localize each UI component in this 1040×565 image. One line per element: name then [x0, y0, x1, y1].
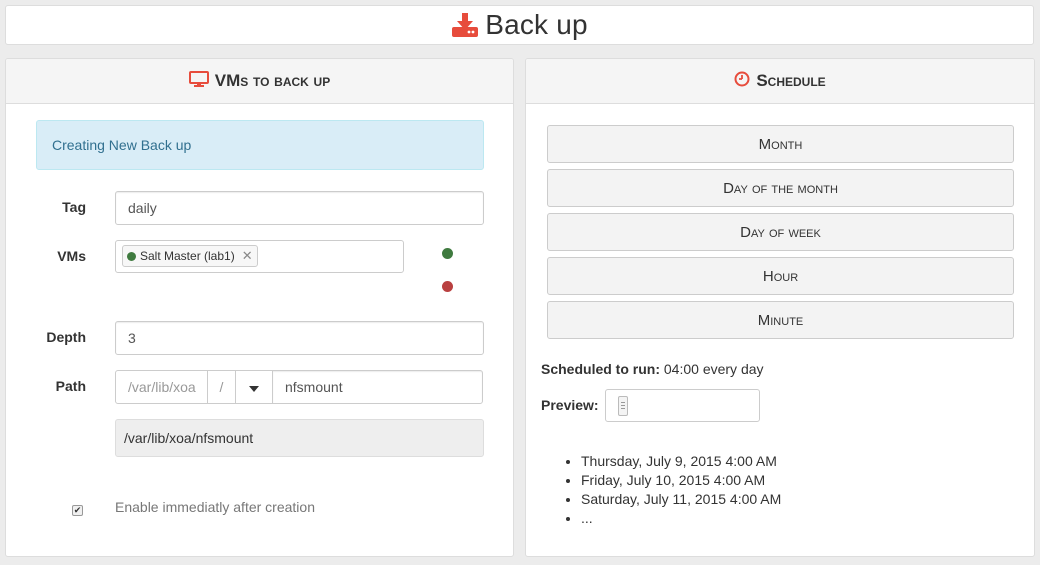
vm-running-status-icon [127, 251, 136, 261]
preview-list: Thursday, July 9, 2015 4:00 AM Friday, J… [581, 453, 781, 529]
path-separator: / [207, 370, 236, 404]
depth-label: Depth [46, 329, 86, 345]
schedule-panel-title: Schedule [756, 71, 826, 90]
path-label: Path [55, 378, 86, 394]
vm-chip-label: Salt Master (lab1) [140, 249, 235, 263]
path-prefix: /var/lib/xoa [115, 370, 208, 404]
full-path-display: /var/lib/xoa/nfsmount [115, 419, 484, 457]
hour-button[interactable]: Hour [547, 257, 1014, 295]
month-button[interactable]: Month [547, 125, 1014, 163]
day-of-week-button[interactable]: Day of week [547, 213, 1014, 251]
preview-label: Preview: [541, 397, 599, 413]
page-header: Back up [5, 5, 1034, 45]
enable-checkbox[interactable]: ✔ [72, 505, 83, 516]
monitor-icon [188, 70, 209, 92]
running-status-icon [442, 248, 453, 259]
list-item: Friday, July 10, 2015 4:00 AM [581, 472, 781, 488]
preview-count-input[interactable] [605, 389, 760, 422]
vm-chip[interactable]: Salt Master (lab1) ✕ [122, 245, 258, 267]
vms-panel-title: VMs to back up [214, 71, 331, 90]
slider-handle-icon[interactable] [618, 395, 628, 416]
list-item: ... [581, 510, 781, 526]
schedule-panel: Schedule Month Day of the month Day of w… [525, 58, 1035, 557]
vms-select[interactable]: Salt Master (lab1) ✕ [115, 240, 404, 273]
info-alert: Creating New Back up [36, 120, 484, 170]
scheduled-to-run: Scheduled to run: 04:00 every day [541, 361, 764, 377]
preview-label-wrap: Preview: [541, 397, 599, 413]
path-input[interactable]: nfsmount [272, 370, 483, 404]
vms-panel: VMs to back up Creating New Back up Tag … [5, 58, 514, 557]
minute-button[interactable]: Minute [547, 301, 1014, 339]
remove-vm-icon[interactable]: ✕ [242, 248, 253, 264]
path-dropdown-button[interactable] [235, 370, 273, 404]
list-item: Thursday, July 9, 2015 4:00 AM [581, 453, 781, 469]
day-of-month-button[interactable]: Day of the month [547, 169, 1014, 207]
enable-label: Enable immediatly after creation [115, 499, 315, 515]
scheduled-value: 04:00 every day [663, 361, 764, 377]
depth-input[interactable]: 3 [115, 321, 484, 355]
clock-icon [734, 71, 750, 92]
tag-input[interactable]: daily [115, 191, 484, 225]
download-icon [451, 12, 479, 38]
vms-label: VMs [57, 248, 86, 264]
tag-label: Tag [62, 199, 86, 215]
caret-down-icon [249, 379, 259, 395]
list-item: Saturday, July 11, 2015 4:00 AM [581, 491, 781, 507]
scheduled-label: Scheduled to run: [541, 361, 660, 377]
page-title: Back up [485, 9, 588, 40]
halted-status-icon [442, 281, 453, 292]
vms-panel-heading: VMs to back up [6, 59, 513, 104]
schedule-panel-heading: Schedule [526, 59, 1034, 104]
